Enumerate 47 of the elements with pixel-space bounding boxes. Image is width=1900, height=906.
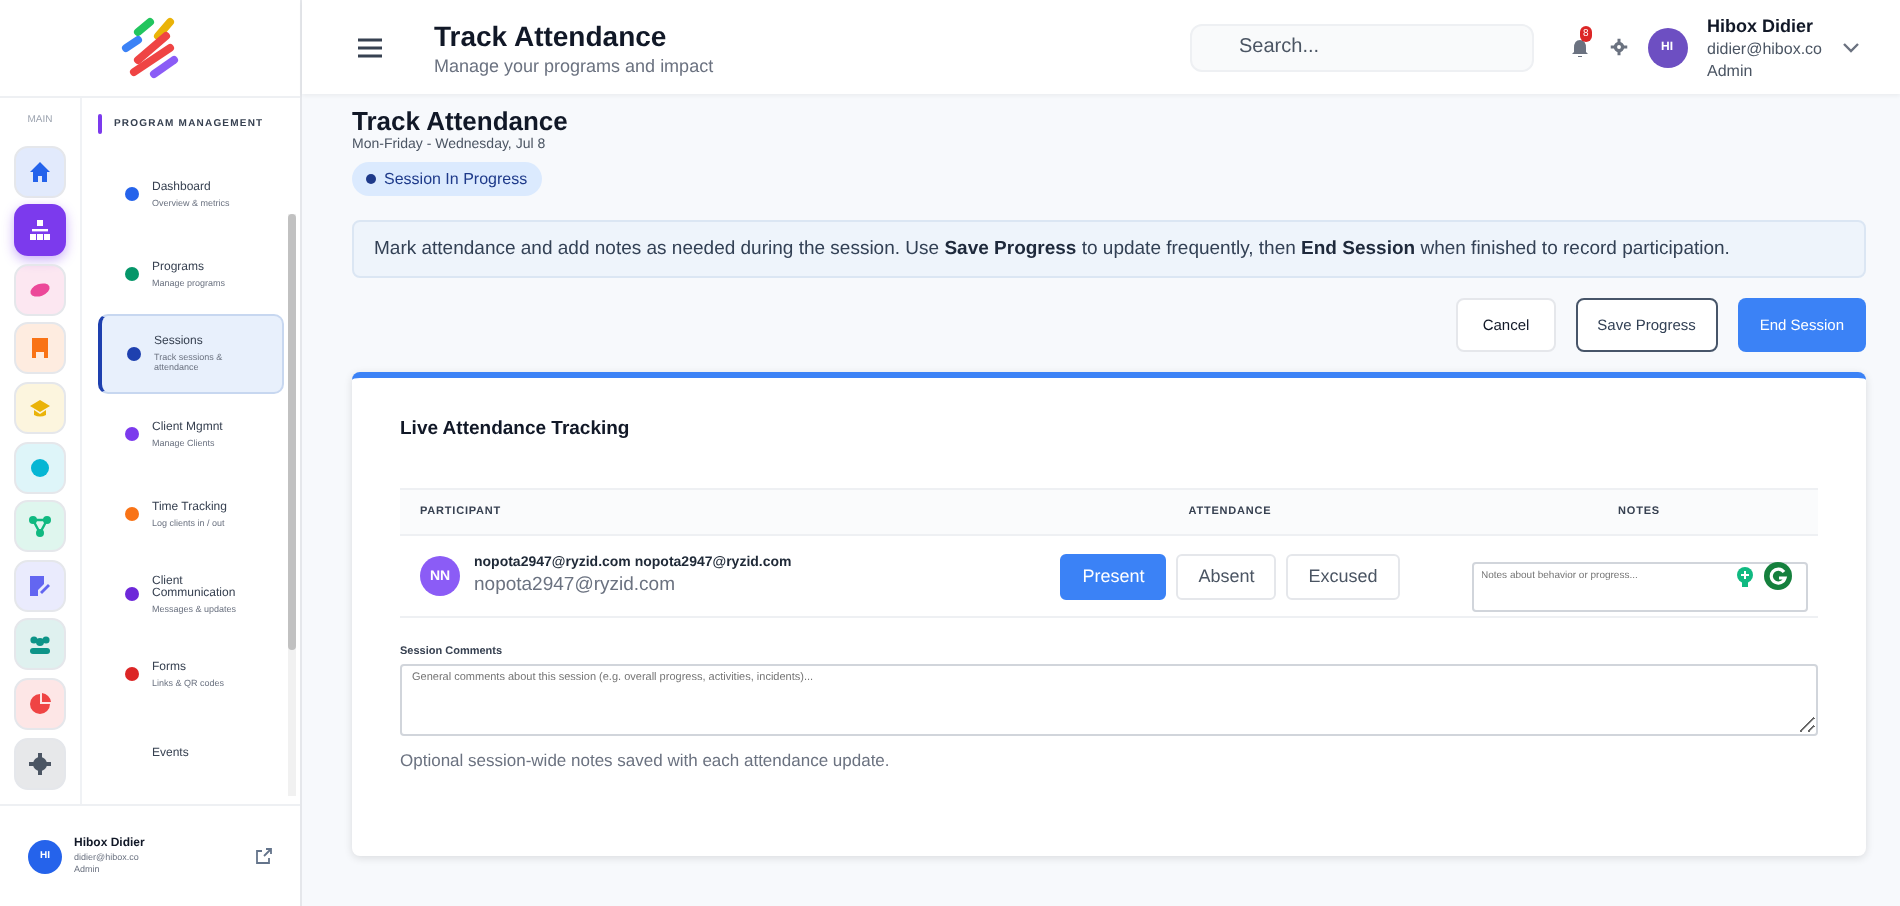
- rail-button[interactable]: [14, 559, 66, 612]
- rail-button[interactable]: [14, 145, 66, 198]
- users-icon: [28, 632, 52, 657]
- status-dot-icon: [366, 174, 376, 184]
- chevron-down-icon[interactable]: [1842, 41, 1860, 53]
- nav-icon: [126, 346, 142, 362]
- cap-icon: [28, 395, 52, 420]
- tree-icon: [28, 218, 52, 243]
- external-link-icon[interactable]: [256, 848, 272, 864]
- home-icon: [28, 159, 52, 184]
- share-icon: [28, 514, 52, 539]
- rail-button[interactable]: [14, 677, 66, 730]
- nav-icon: [124, 426, 140, 442]
- nav-icon: [124, 506, 140, 522]
- page-title: Track Attendance: [352, 106, 568, 136]
- rail-button[interactable]: [14, 618, 66, 671]
- search-field[interactable]: Search...: [1189, 23, 1534, 71]
- header-subtitle: Manage your programs and impact: [434, 55, 716, 75]
- dot-icon: [28, 455, 52, 480]
- rail-button[interactable]: [14, 263, 66, 316]
- nav-icon: [124, 266, 140, 282]
- rail-button[interactable]: [14, 737, 66, 790]
- nav-icon: [124, 586, 140, 602]
- attendance-option[interactable]: Excused: [1286, 553, 1400, 599]
- lightbulb-icon[interactable]: [1735, 565, 1753, 587]
- grammar-icon[interactable]: [1763, 561, 1791, 589]
- menu-icon[interactable]: [358, 37, 382, 57]
- helper-text: Optional session-wide notes saved with each attendance update.: [400, 750, 892, 770]
- nav-icon: [124, 186, 140, 202]
- attendance-option[interactable]: Present: [1060, 553, 1167, 599]
- user-name: Hibox Didier: [1707, 15, 1816, 35]
- info-banner: Mark attendance and add notes as needed during the session. Use Save Progress to update frequently, then End Session when finished to record participation.: [352, 220, 1866, 278]
- rail-button[interactable]: [14, 204, 66, 257]
- settings-icon[interactable]: [1609, 38, 1628, 56]
- book-icon: [28, 336, 52, 361]
- user-role: Admin: [1707, 61, 1755, 79]
- participant-email: nopota2947@ryzid.com: [474, 574, 677, 596]
- logo-icon: [118, 16, 182, 80]
- pie-icon: [28, 691, 52, 716]
- bell-icon[interactable]: [1569, 37, 1590, 57]
- attendance-option[interactable]: Absent: [1176, 553, 1277, 599]
- user-email: didier@hibox.co: [1707, 39, 1822, 57]
- status-badge: Session In Progress: [352, 162, 542, 196]
- header-title: Track Attendance: [434, 19, 669, 51]
- nav-icon: [124, 666, 140, 682]
- card-title: Live Attendance Tracking: [400, 418, 632, 440]
- edit-icon: [28, 573, 52, 598]
